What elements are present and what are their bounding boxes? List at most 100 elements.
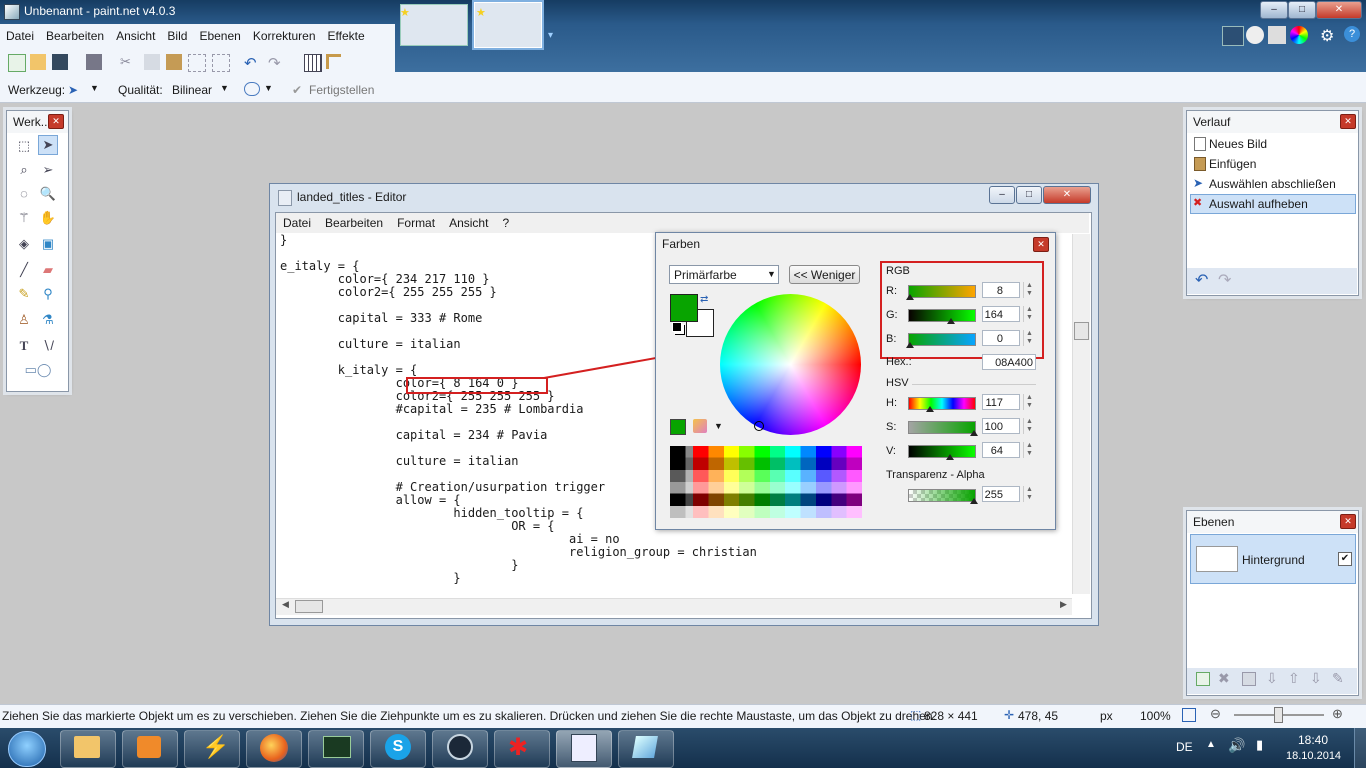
g-slider-thumb[interactable] <box>947 318 955 324</box>
hex-label: Hex.: <box>886 356 912 368</box>
reset-colors-icon[interactable] <box>672 322 682 332</box>
monitor-icon <box>323 736 351 758</box>
zoom-out-icon[interactable]: ⊖ <box>1210 706 1221 722</box>
network-icon[interactable]: ▮ <box>1256 737 1263 753</box>
new-image-icon <box>1194 137 1206 151</box>
unit-select[interactable]: px <box>1100 709 1113 723</box>
h-spinner[interactable]: ▲ ▼ <box>1023 394 1035 410</box>
alpha-slider-thumb[interactable] <box>970 498 978 504</box>
volume-icon[interactable]: 🔊 <box>1228 737 1245 754</box>
g-label: G: <box>886 309 898 321</box>
b-slider-thumb[interactable] <box>906 342 914 348</box>
history-close-button[interactable]: ✕ <box>1340 114 1356 129</box>
deselect-icon: ✖ <box>1193 197 1203 209</box>
clock-date[interactable]: 18.10.2014 <box>1286 750 1341 762</box>
s-label: S: <box>886 421 897 433</box>
v-input[interactable]: 64 <box>982 442 1020 458</box>
layer-properties-icon[interactable]: ✎ <box>1332 670 1344 687</box>
g-input[interactable]: 164 <box>982 306 1020 322</box>
alpha-input[interactable]: 255 <box>982 486 1020 502</box>
r-input[interactable]: 8 <box>982 282 1020 298</box>
g-spinner[interactable]: ▲ ▼ <box>1023 306 1035 322</box>
layer-visibility-checkbox[interactable]: ✔ <box>1338 552 1352 566</box>
alpha-spinner[interactable]: ▲ ▼ <box>1023 486 1035 502</box>
history-item[interactable]: Auswahl aufheben <box>1209 197 1308 211</box>
r-label: R: <box>886 285 897 297</box>
paintnet-icon <box>571 734 597 762</box>
swap-colors-icon[interactable]: ⇄ <box>700 294 708 305</box>
alpha-slider[interactable] <box>908 489 976 502</box>
add-layer-icon[interactable] <box>1196 672 1210 686</box>
cursor-position: 478, 45 <box>1018 709 1059 723</box>
h-slider-thumb[interactable] <box>926 406 934 412</box>
colors-dialog-title: Farben <box>662 237 701 251</box>
h-label: H: <box>886 397 897 409</box>
hex-input[interactable]: 08A400 <box>982 354 1036 370</box>
primary-color-swatch[interactable] <box>670 294 698 322</box>
merge-layer-down-icon[interactable]: ⇩ <box>1266 670 1278 687</box>
history-item[interactable]: Auswählen abschließen <box>1209 177 1336 191</box>
rgb-heading: RGB <box>886 265 910 277</box>
status-hint: Ziehen Sie das markierte Objekt um es zu… <box>2 709 936 723</box>
chevron-down-icon[interactable]: ▼ <box>767 269 776 279</box>
duplicate-layer-icon[interactable] <box>1242 672 1256 686</box>
b-input[interactable]: 0 <box>982 330 1020 346</box>
move-layer-down-icon[interactable]: ⇩ <box>1310 670 1322 687</box>
language-indicator[interactable]: DE <box>1176 740 1193 754</box>
r-slider[interactable] <box>908 285 976 298</box>
color-palette[interactable] <box>670 446 862 518</box>
layer-name: Hintergrund <box>1242 553 1305 567</box>
selection-size: 828 × 441 <box>924 709 978 723</box>
selection-size-icon: ⬚ <box>910 708 922 722</box>
h-slider[interactable] <box>908 397 976 410</box>
undo-icon[interactable]: ↶ <box>1195 270 1208 290</box>
history-title: Verlauf <box>1187 111 1358 133</box>
media-player-icon <box>137 736 161 758</box>
add-to-palette-icon[interactable] <box>670 419 686 435</box>
r-slider-thumb[interactable] <box>906 294 914 300</box>
v-label: V: <box>886 445 896 457</box>
notepad-icon <box>632 736 658 758</box>
b-slider[interactable] <box>908 333 976 346</box>
r-spinner[interactable]: ▲ ▼ <box>1023 282 1035 298</box>
layers-close-button[interactable]: ✕ <box>1340 514 1356 529</box>
start-button[interactable] <box>8 731 46 767</box>
zoom-fit-icon[interactable] <box>1182 708 1196 722</box>
delete-layer-icon[interactable]: ✖ <box>1218 670 1230 687</box>
history-item[interactable]: Neues Bild <box>1209 137 1267 151</box>
color-mode-select[interactable]: Primärfarbe <box>669 265 779 284</box>
colors-close-button[interactable]: ✕ <box>1033 237 1049 252</box>
layer-thumbnail <box>1196 546 1238 572</box>
less-button[interactable]: << Weniger <box>789 265 860 284</box>
redo-icon[interactable]: ↷ <box>1218 270 1231 290</box>
alpha-heading: Transparenz - Alpha <box>886 469 985 481</box>
s-input[interactable]: 100 <box>982 418 1020 434</box>
s-slider[interactable] <box>908 421 976 434</box>
g-slider[interactable] <box>908 309 976 322</box>
paste-icon <box>1194 157 1206 171</box>
v-spinner[interactable]: ▲ ▼ <box>1023 442 1035 458</box>
firefox-icon <box>260 734 288 762</box>
folder-icon <box>74 736 100 758</box>
color-wheel[interactable] <box>720 294 861 435</box>
splat-icon: ✱ <box>508 734 529 761</box>
s-spinner[interactable]: ▲ ▼ <box>1023 418 1035 434</box>
lightning-icon: ⚡ <box>202 734 230 759</box>
history-item[interactable]: Einfügen <box>1209 157 1256 171</box>
palette-menu-icon[interactable] <box>693 419 707 433</box>
h-input[interactable]: 117 <box>982 394 1020 410</box>
show-desktop-button[interactable] <box>1354 728 1366 768</box>
color-wheel-cursor[interactable] <box>754 421 764 431</box>
zoom-slider-thumb[interactable] <box>1274 707 1283 723</box>
v-slider-thumb[interactable] <box>946 454 954 460</box>
move-layer-up-icon[interactable]: ⇧ <box>1288 670 1300 687</box>
zoom-in-icon[interactable]: ⊕ <box>1332 706 1343 722</box>
move-selection-icon: ➤ <box>1193 176 1204 190</box>
chevron-down-icon[interactable]: ▼ <box>714 421 723 431</box>
b-spinner[interactable]: ▲ ▼ <box>1023 330 1035 346</box>
zoom-level[interactable]: 100% <box>1140 709 1171 723</box>
tray-chevron-up-icon[interactable]: ▲ <box>1206 739 1216 750</box>
s-slider-thumb[interactable] <box>970 430 978 436</box>
v-slider[interactable] <box>908 445 976 458</box>
clock-time[interactable]: 18:40 <box>1298 733 1328 747</box>
